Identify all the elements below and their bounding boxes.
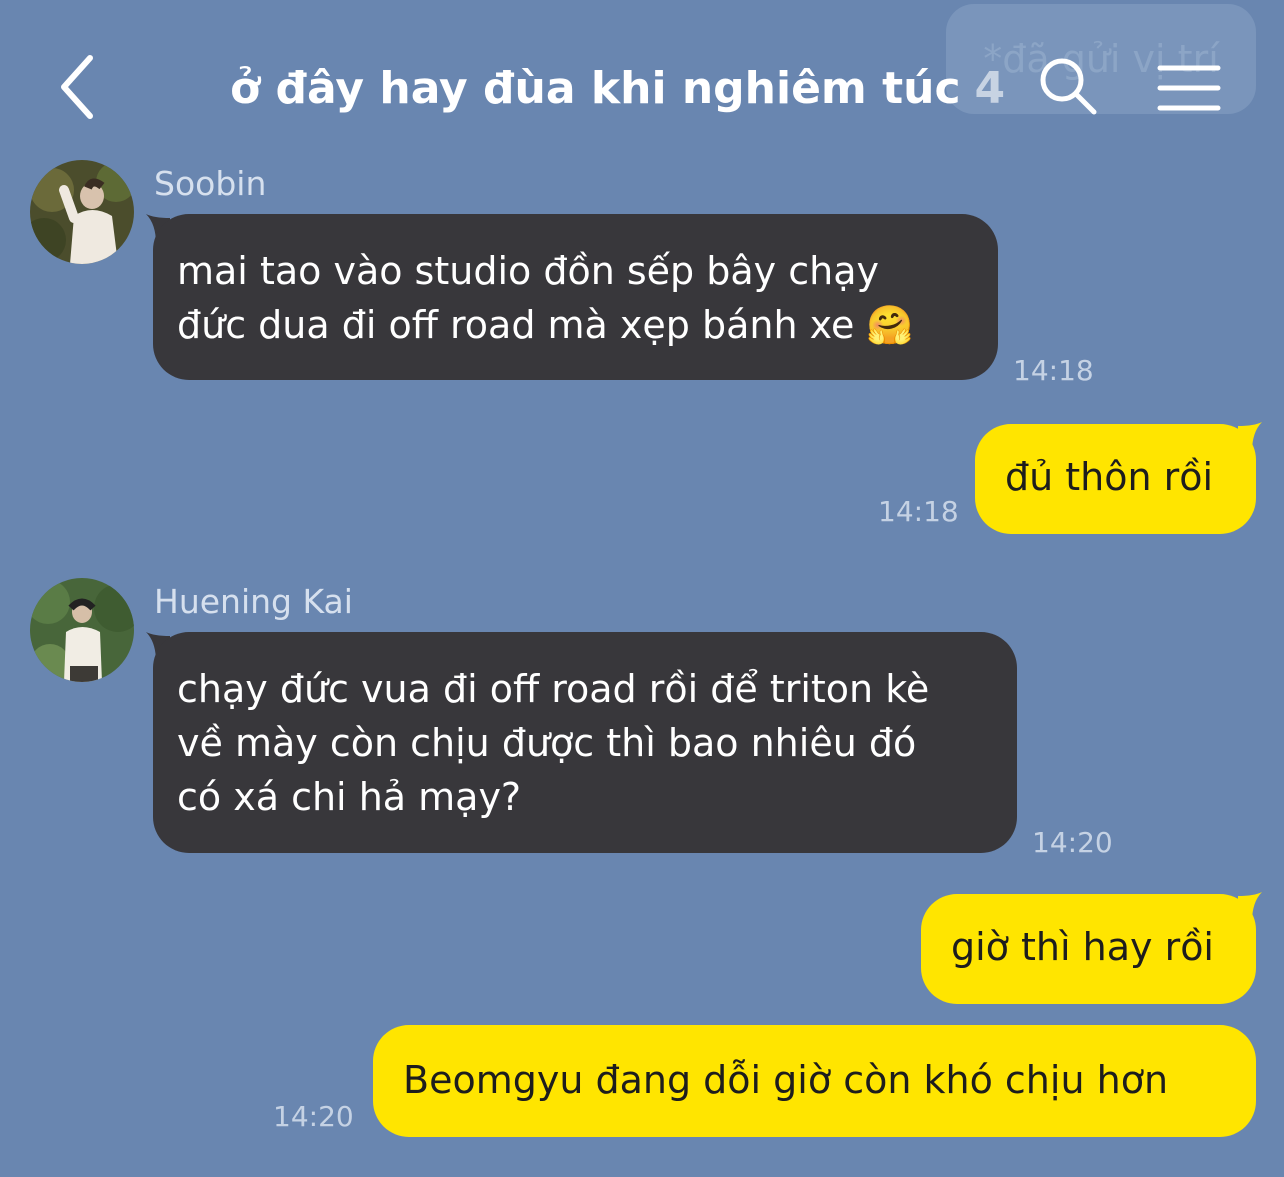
- message-line: mai tao vào studio đồn sếp bây chạy: [177, 249, 879, 293]
- chat-room-name: ở đây hay đùa khi nghiêm túc: [230, 62, 961, 114]
- message-timestamp: 14:20: [273, 1100, 354, 1133]
- message-bubble-incoming[interactable]: chạy đức vua đi off road rồi để triton k…: [153, 632, 1017, 853]
- message-line: đủ thôn rồi: [1005, 455, 1214, 499]
- sender-name: Soobin: [154, 164, 267, 203]
- message-line: chạy đức vua đi off road rồi để triton k…: [177, 667, 930, 711]
- message-bubble-outgoing[interactable]: giờ thì hay rồi: [921, 894, 1256, 1004]
- message-line: đức dua đi off road mà xẹp bánh xe 🤗: [177, 303, 914, 347]
- message-line: về mày còn chịu được thì bao nhiêu đó: [177, 721, 917, 765]
- search-button[interactable]: [1036, 54, 1100, 118]
- sender-name: Huening Kai: [154, 582, 353, 621]
- message-bubble-outgoing[interactable]: Beomgyu đang dỗi giờ còn khó chịu hơn: [373, 1025, 1256, 1137]
- message-line: giờ thì hay rồi: [951, 925, 1214, 969]
- message-timestamp: 14:18: [1013, 354, 1094, 387]
- avatar-huening-kai[interactable]: [30, 578, 134, 682]
- profile-photo-icon: [30, 160, 134, 264]
- back-button[interactable]: [52, 52, 112, 122]
- menu-button[interactable]: [1156, 60, 1222, 116]
- message-bubble-incoming[interactable]: mai tao vào studio đồn sếp bây chạy đức …: [153, 214, 998, 380]
- chevron-left-icon: [61, 55, 93, 119]
- message-line: Beomgyu đang dỗi giờ còn khó chịu hơn: [403, 1058, 1169, 1102]
- hamburger-menu-icon: [1157, 65, 1221, 111]
- profile-photo-icon: [30, 578, 134, 682]
- member-count: 4: [974, 62, 1006, 114]
- bubble-tail: [1238, 892, 1262, 922]
- chat-title: ở đây hay đùa khi nghiêm túc 4: [230, 56, 1005, 120]
- search-icon: [1040, 58, 1097, 115]
- bubble-tail: [1238, 422, 1262, 452]
- message-timestamp: 14:18: [878, 495, 959, 528]
- message-line: có xá chi hả mạy?: [177, 775, 522, 819]
- chat-header: ở đây hay đùa khi nghiêm túc 4: [0, 30, 1284, 150]
- message-bubble-outgoing[interactable]: đủ thôn rồi: [975, 424, 1256, 534]
- message-timestamp: 14:20: [1032, 826, 1113, 859]
- chat-screen: *đã gửi vị trí ở đây hay đùa khi nghiêm …: [0, 0, 1284, 1177]
- avatar-soobin[interactable]: [30, 160, 134, 264]
